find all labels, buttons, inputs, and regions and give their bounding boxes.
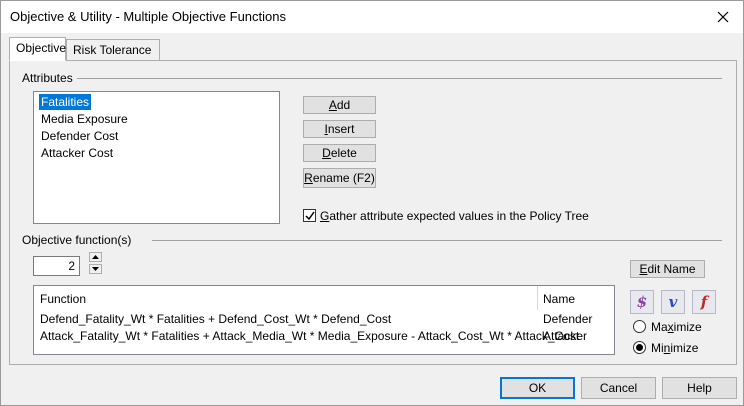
attributes-group-label: Attributes [22, 71, 77, 85]
objective-tab-panel: Attributes Fatalities Media Exposure Def… [9, 60, 737, 365]
delete-button-label: Delete [322, 146, 357, 160]
function-f-icon: f [700, 293, 708, 311]
spin-up-button[interactable] [89, 252, 102, 262]
attributes-group-line [70, 78, 722, 79]
close-icon [717, 11, 729, 23]
help-button[interactable]: Help [662, 377, 737, 399]
delete-button[interactable]: Delete [303, 144, 376, 162]
objective-functions-group-line [152, 240, 722, 241]
list-item-media-exposure[interactable]: Media Exposure [39, 111, 130, 127]
function-button[interactable]: f [692, 290, 716, 314]
table-row[interactable]: Defend_Fatality_Wt * Fatalities + Defend… [34, 310, 614, 327]
objective-functions-group-label: Objective function(s) [22, 233, 136, 247]
list-item-attacker-cost[interactable]: Attacker Cost [39, 145, 115, 161]
window-title: Objective & Utility - Multiple Objective… [10, 9, 286, 24]
maximize-label[interactable]: Maximize [651, 320, 702, 334]
column-header-name[interactable]: Name [543, 292, 575, 306]
dialog-footer: OK Cancel Help [1, 366, 743, 405]
title-bar: Objective & Utility - Multiple Objective… [1, 1, 743, 33]
add-button[interactable]: Add [303, 96, 376, 114]
close-button[interactable] [711, 6, 735, 28]
edit-name-button[interactable]: Edit Name [630, 260, 705, 278]
minimize-label[interactable]: Minimize [651, 341, 698, 355]
tab-objective-label: Objective [16, 41, 67, 55]
tab-risk-tolerance-label: Risk Tolerance [73, 43, 152, 57]
objective-functions-table: Function Name Defend_Fatality_Wt * Fatal… [33, 285, 615, 355]
gather-values-checkbox[interactable] [303, 209, 316, 222]
function-count-input[interactable] [33, 256, 80, 276]
tab-risk-tolerance[interactable]: Risk Tolerance [66, 39, 160, 61]
arrow-down-icon [92, 267, 99, 271]
tab-objective[interactable]: Objective [9, 37, 66, 61]
list-item-fatalities[interactable]: Fatalities [39, 94, 92, 110]
checkmark-icon [304, 211, 315, 220]
maximize-radio[interactable] [633, 320, 646, 333]
value-v-icon: v [668, 293, 678, 311]
attributes-listbox[interactable]: Fatalities Media Exposure Defender Cost … [33, 91, 280, 224]
add-button-label: Add [328, 98, 351, 112]
row-function-cell: Defend_Fatality_Wt * Fatalities + Defend… [40, 312, 392, 326]
arrow-up-icon [92, 255, 99, 259]
insert-button[interactable]: Insert [303, 120, 376, 138]
dialog-window: Objective & Utility - Multiple Objective… [0, 0, 744, 406]
rename-button-label: Rename (F2) [304, 171, 375, 185]
dollar-button[interactable]: $ [630, 290, 654, 314]
spin-down-button[interactable] [89, 264, 102, 274]
cancel-button[interactable]: Cancel [581, 377, 656, 399]
table-row[interactable]: Attack_Fatality_Wt * Fatalities + Attack… [34, 327, 614, 344]
row-name-cell: Attacker [543, 329, 588, 343]
column-divider [537, 286, 538, 310]
rename-button[interactable]: Rename (F2) [303, 168, 376, 188]
list-item-defender-cost[interactable]: Defender Cost [39, 128, 120, 144]
minimize-radio[interactable] [633, 341, 646, 354]
row-function-cell: Attack_Fatality_Wt * Fatalities + Attack… [40, 329, 580, 343]
row-name-cell: Defender [543, 312, 593, 326]
ok-button[interactable]: OK [500, 377, 575, 399]
column-header-function[interactable]: Function [40, 292, 86, 306]
edit-name-button-label: Edit Name [639, 262, 696, 276]
gather-values-label[interactable]: Gather attribute expected values in the … [320, 209, 589, 223]
insert-button-label: Insert [324, 122, 355, 136]
dollar-icon: $ [636, 293, 648, 311]
value-button[interactable]: v [661, 290, 685, 314]
